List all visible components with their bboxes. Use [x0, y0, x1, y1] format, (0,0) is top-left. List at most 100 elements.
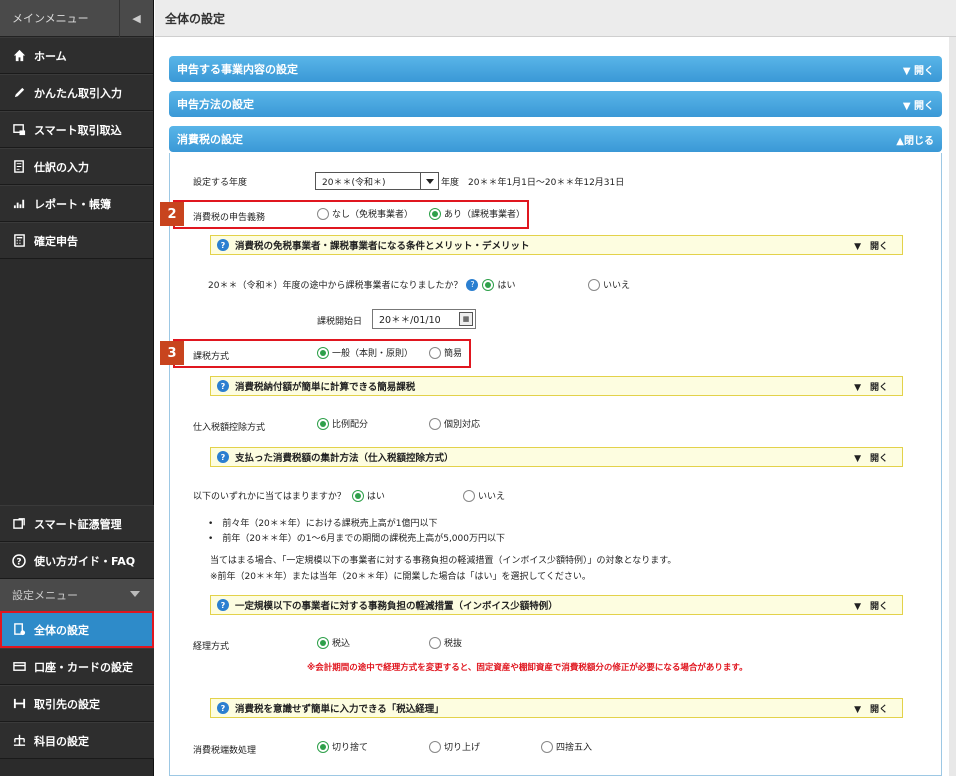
- radio-label: 個別対応: [444, 420, 481, 430]
- radio-icon: [588, 278, 600, 291]
- radio-checked-icon: [482, 278, 495, 291]
- year-select[interactable]: 20＊＊(令和＊): [315, 172, 439, 190]
- radio-label: いいえ: [478, 492, 506, 502]
- rounding-label: 消費税端数処理: [193, 746, 257, 756]
- sidebar-item-account-title-settings[interactable]: 科目の設定: [0, 722, 154, 759]
- sidebar-item-account-card-settings[interactable]: 口座・カードの設定: [0, 648, 154, 685]
- applies-question: 以下のいずれかに当てはまりますか？: [193, 492, 346, 502]
- hint-label: 支払った消費税額の集計方法（仕入税額控除方式）: [235, 453, 454, 464]
- accounting-radio-exclusive[interactable]: 税抜: [429, 636, 466, 649]
- applies-note-2: ※前年（20＊＊年）または当年（20＊＊年）に開業した場合は「はい」を選択してく…: [210, 572, 591, 582]
- calc-radio-simple[interactable]: 簡易: [429, 346, 466, 359]
- hint-toggle[interactable]: ▼ 開く: [854, 380, 888, 393]
- scrollbar[interactable]: [949, 37, 956, 776]
- sidebar-item-smart-import[interactable]: スマート取引取込: [0, 111, 153, 148]
- sidebar-item-journal[interactable]: 仕訳の入力: [0, 148, 153, 185]
- calc-radio-general[interactable]: 一般（本則・原則）: [317, 346, 417, 359]
- hint-tax-inclusive[interactable]: ? 消費税を意識せず簡単に入力できる「税込経理」 ▼ 開く: [210, 698, 903, 718]
- start-date-input[interactable]: 20＊＊/01/10 ▦: [372, 309, 476, 329]
- hint-toggle[interactable]: ▼ 開く: [854, 239, 888, 252]
- hint-toggle[interactable]: ▼ 開く: [854, 599, 888, 612]
- sidebar: メインメニュー ◀ ホーム かんたん取引入力 スマート取引取込 仕訳の入力 レポ…: [0, 0, 154, 776]
- hint-simplified-tax[interactable]: ? 消費税納付額が簡単に計算できる簡易課税 ▼ 開く: [210, 376, 903, 396]
- sidebar-item-home[interactable]: ホーム: [0, 37, 153, 74]
- deduction-radio-proportional[interactable]: 比例配分: [317, 417, 372, 430]
- radio-icon: [463, 489, 475, 502]
- collapse-sidebar-button[interactable]: ◀: [119, 0, 153, 37]
- home-icon: [12, 49, 26, 63]
- sidebar-item-reports[interactable]: レポート・帳簿: [0, 185, 153, 222]
- sidebar-item-guide-faq[interactable]: ? 使い方ガイド・FAQ: [0, 542, 154, 579]
- applies-radio-no[interactable]: いいえ: [463, 489, 509, 502]
- settings-menu-header[interactable]: 設定メニュー: [0, 579, 154, 611]
- page-title: 全体の設定: [155, 0, 956, 37]
- section-title: 申告する事業内容の設定: [177, 63, 298, 76]
- hint-deduction-method[interactable]: ? 支払った消費税額の集計方法（仕入税額控除方式） ▼ 開く: [210, 447, 903, 467]
- sidebar-item-smart-voucher[interactable]: スマート証憑管理: [0, 505, 154, 542]
- midyear-question: 20＊＊（令和＊）年度の途中から課税事業者になりましたか？: [208, 281, 463, 291]
- midyear-radio-yes[interactable]: はい: [482, 278, 515, 291]
- main-menu-label: メインメニュー: [12, 12, 89, 25]
- section-tax-header[interactable]: 消費税の設定 ▲閉じる: [169, 126, 942, 152]
- radio-icon: [317, 207, 329, 220]
- midyear-question-row: 20＊＊（令和＊）年度の途中から課税事業者になりましたか？ ? はい: [208, 278, 519, 291]
- radio-label: 比例配分: [332, 420, 369, 430]
- rounding-radio-down[interactable]: 切り捨て: [317, 740, 372, 753]
- deduction-label: 仕入税額控除方式: [193, 423, 266, 433]
- radio-label: 税込: [332, 639, 351, 649]
- calendar-icon[interactable]: ▦: [459, 312, 473, 326]
- applies-bullet-2: • 前年（20＊＊年）の1～6月までの期間の課税売上高が5,000万円以下: [208, 534, 505, 544]
- bullet-text: 前年（20＊＊年）の1～6月までの期間の課税売上高が5,000万円以下: [222, 534, 505, 544]
- help-icon[interactable]: ?: [466, 278, 479, 291]
- duty-radio-yes[interactable]: あり（課税事業者）: [429, 207, 529, 220]
- question-icon: ?: [12, 553, 26, 568]
- radio-label: 切り捨て: [332, 743, 369, 753]
- bullet-text: 前々年（20＊＊年）における課税売上高が1億円以下: [222, 519, 438, 529]
- radio-icon: [429, 740, 441, 753]
- rounding-radio-up[interactable]: 切り上げ: [429, 740, 484, 753]
- calc-method-label: 課税方式: [193, 352, 230, 362]
- radio-label: はい: [366, 492, 385, 502]
- sidebar-item-tax-return[interactable]: 確定申告: [0, 222, 153, 259]
- sidebar-item-easy-entry[interactable]: かんたん取引入力: [0, 74, 153, 111]
- radio-label: 一般（本則・原則）: [332, 349, 414, 359]
- tax-settings-panel: 設定する年度 20＊＊(令和＊) 年度 20＊＊年1月1日～20＊＊年12月31…: [169, 153, 942, 776]
- section-toggle[interactable]: ▼ 開く: [903, 97, 934, 112]
- radio-label: 簡易: [444, 349, 463, 359]
- accounting-radio-inclusive[interactable]: 税込: [317, 636, 354, 649]
- midyear-radio-no[interactable]: いいえ: [588, 278, 634, 291]
- deduction-radio-individual[interactable]: 個別対応: [429, 417, 484, 430]
- sidebar-item-label: 科目の設定: [34, 734, 89, 748]
- hint-exemption-conditions[interactable]: ? 消費税の免税事業者・課税事業者になる条件とメリット・デメリット ▼ 開く: [210, 235, 903, 255]
- hint-toggle[interactable]: ▼ 開く: [854, 702, 888, 715]
- applies-radio-yes[interactable]: はい: [351, 489, 385, 502]
- sidebar-item-general-settings[interactable]: 全体の設定: [0, 611, 154, 648]
- section-business-header[interactable]: 申告する事業内容の設定 ▼ 開く: [169, 56, 942, 82]
- radio-icon: [429, 417, 441, 430]
- radio-label: あり（課税事業者）: [444, 210, 526, 220]
- accounting-label: 経理方式: [193, 642, 230, 652]
- radio-label: はい: [497, 281, 516, 291]
- chevron-down-icon: [130, 591, 140, 597]
- section-toggle[interactable]: ▲閉じる: [896, 132, 934, 147]
- hint-toggle[interactable]: ▼ 開く: [854, 451, 888, 464]
- sidebar-item-partner-settings[interactable]: 取引先の設定: [0, 685, 154, 722]
- duty-radio-no[interactable]: なし（免税事業者）: [317, 207, 417, 220]
- sidebar-item-label: 確定申告: [34, 234, 78, 248]
- duty-label: 消費税の申告義務: [193, 213, 266, 223]
- section-toggle[interactable]: ▼ 開く: [903, 62, 934, 77]
- document-icon: [12, 517, 26, 531]
- radio-label: 切り上げ: [444, 743, 481, 753]
- radio-label: なし（免税事業者）: [332, 210, 414, 220]
- rounding-radio-round[interactable]: 四捨五入: [541, 740, 596, 753]
- hint-label: 消費税を意識せず簡単に入力できる「税込経理」: [235, 704, 444, 715]
- radio-checked-icon: [317, 417, 329, 430]
- section-method-header[interactable]: 申告方法の設定 ▼ 開く: [169, 91, 942, 117]
- pencil-icon: [12, 86, 26, 100]
- hint-invoice-exception[interactable]: ? 一定規模以下の事業者に対する事務負担の軽減措置（インボイス少額特例） ▼ 開…: [210, 595, 903, 615]
- question-icon: ?: [217, 599, 229, 611]
- radio-checked-icon: [351, 489, 364, 502]
- chevron-down-icon: [420, 173, 438, 189]
- report-icon: [12, 197, 26, 211]
- sidebar-item-label: 口座・カードの設定: [34, 660, 133, 674]
